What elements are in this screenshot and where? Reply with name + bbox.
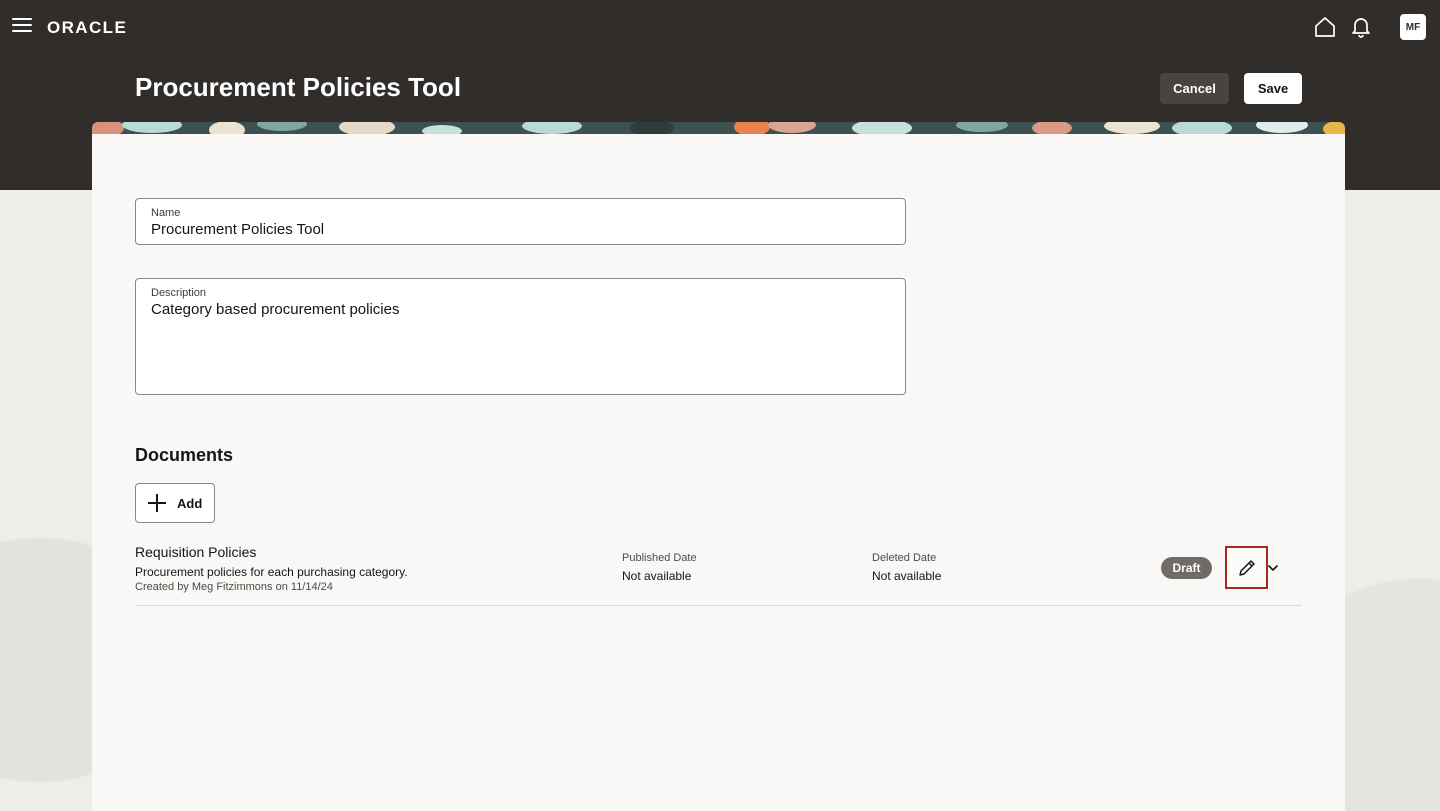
name-field[interactable]: Name Procurement Policies Tool — [135, 198, 906, 245]
oracle-logo: ORACLE — [47, 18, 128, 37]
document-name[interactable]: Requisition Policies — [135, 544, 256, 560]
status-badge: Draft — [1161, 557, 1212, 579]
edit-button[interactable] — [1225, 546, 1268, 589]
decorative-banner — [92, 122, 1345, 134]
user-avatar[interactable]: MF — [1400, 14, 1426, 40]
published-date-value: Not available — [622, 569, 692, 583]
chevron-down-icon[interactable] — [1267, 562, 1279, 574]
document-created-by: Created by Meg Fitzimmons on 11/14/24 — [135, 581, 333, 593]
name-input[interactable]: Procurement Policies Tool — [151, 221, 890, 239]
deleted-date-value: Not available — [872, 569, 942, 583]
deleted-date-label: Deleted Date — [872, 552, 937, 564]
document-row: Requisition Policies Procurement policie… — [135, 540, 1302, 606]
save-button[interactable]: Save — [1244, 73, 1302, 104]
pencil-icon — [1238, 559, 1255, 576]
page-title: Procurement Policies Tool — [135, 72, 462, 102]
add-label: Add — [177, 495, 203, 511]
published-date-label: Published Date — [622, 552, 697, 564]
documents-heading: Documents — [135, 445, 234, 465]
cancel-button[interactable]: Cancel — [1160, 73, 1229, 104]
bell-icon[interactable] — [1350, 16, 1372, 38]
document-description: Procurement policies for each purchasing… — [135, 565, 408, 579]
add-document-button[interactable]: Add — [135, 483, 215, 523]
description-label: Description — [151, 287, 207, 299]
menu-icon[interactable] — [12, 18, 32, 34]
description-field[interactable]: Description Category based procurement p… — [135, 278, 906, 395]
description-textarea[interactable]: Category based procurement policies — [151, 301, 890, 319]
plus-icon — [147, 493, 167, 513]
name-label: Name — [151, 207, 181, 219]
home-icon[interactable] — [1314, 16, 1336, 38]
top-navbar: ORACLE MF — [0, 0, 1440, 54]
